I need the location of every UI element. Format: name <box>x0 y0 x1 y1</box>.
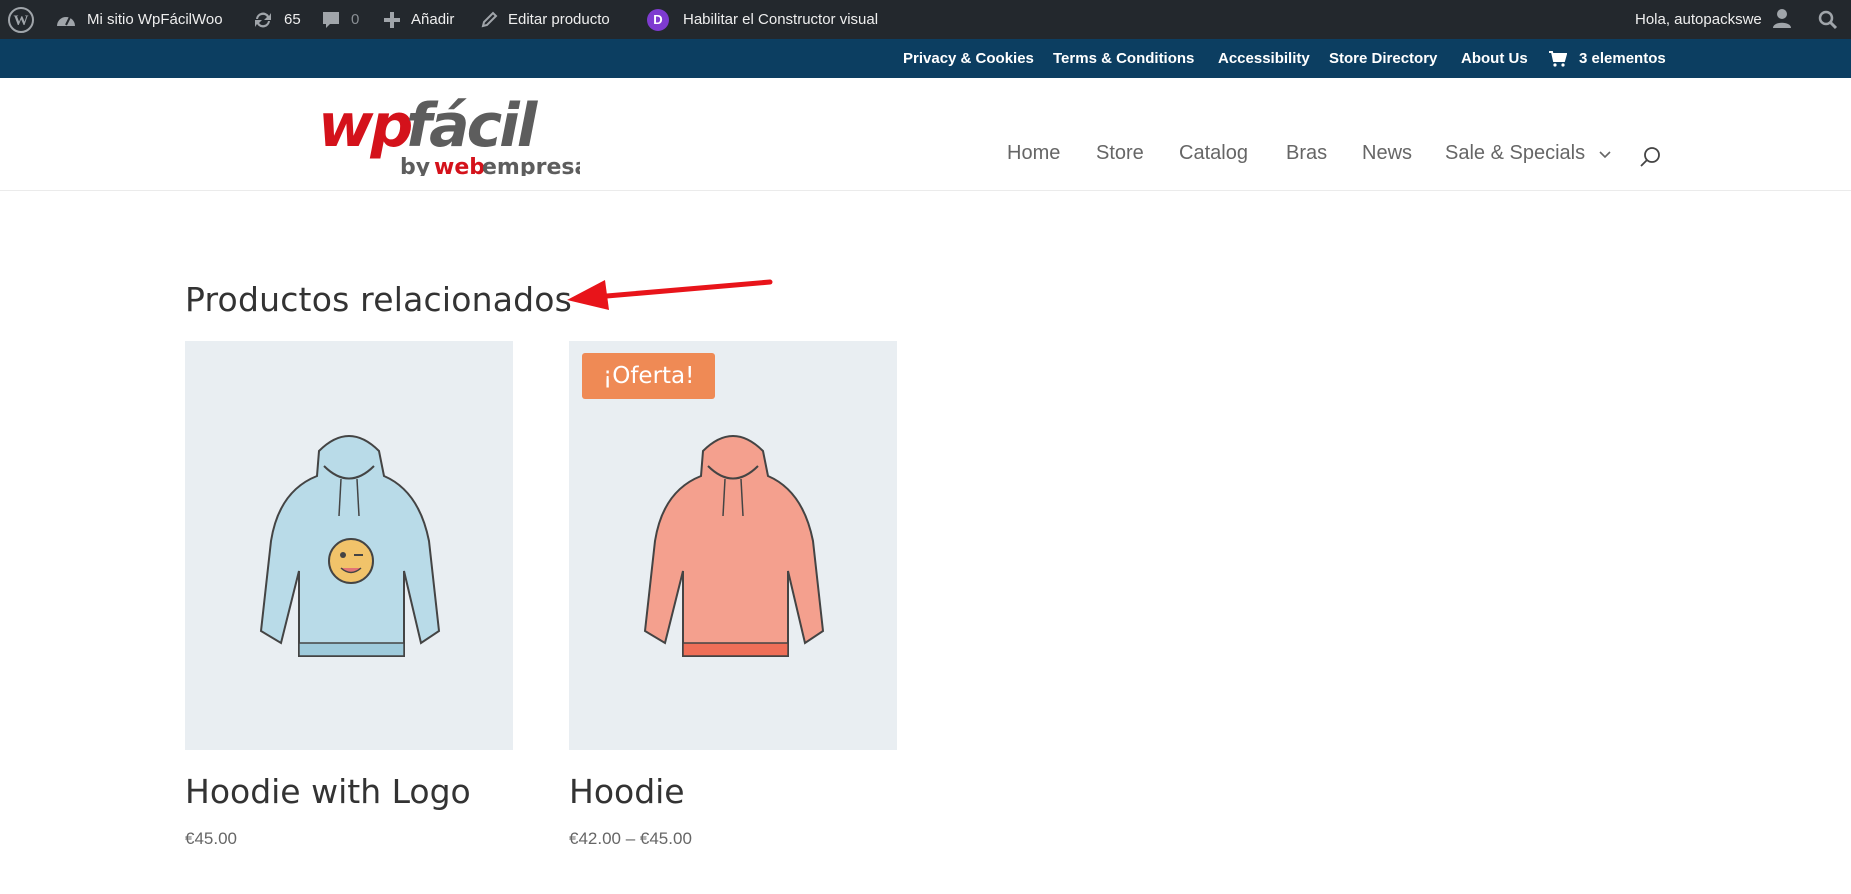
related-products-title: Productos relacionados <box>185 280 573 319</box>
updates-icon <box>252 10 274 30</box>
site-name-menu[interactable]: Mi sitio WpFácilWoo <box>55 0 223 39</box>
comments-menu[interactable]: 0 <box>321 0 359 39</box>
svg-text:fácil: fácil <box>406 94 539 161</box>
pencil-icon <box>480 11 498 29</box>
divi-icon: D <box>647 8 669 31</box>
link-accessibility[interactable]: Accessibility <box>1218 39 1310 78</box>
wordpress-logo-icon[interactable]: W <box>8 0 34 39</box>
link-about-us[interactable]: About Us <box>1461 39 1528 78</box>
product-name[interactable]: Hoodie with Logo <box>185 772 513 811</box>
hoodie-image <box>643 434 825 657</box>
nav-sale-specials-label: Sale & Specials <box>1445 142 1586 164</box>
visual-builder-link[interactable]: D Habilitar el Constructor visual <box>647 0 878 39</box>
link-terms[interactable]: Terms & Conditions <box>1053 39 1194 78</box>
nav-news[interactable]: News <box>1362 142 1412 165</box>
site-name: Mi sitio WpFácilWoo <box>87 11 223 28</box>
comments-count: 0 <box>351 11 360 28</box>
dashboard-icon <box>55 10 77 30</box>
sale-badge: ¡Oferta! <box>582 353 716 399</box>
user-avatar-icon <box>1772 7 1792 33</box>
my-account-menu[interactable]: Hola, autopackswe <box>1635 0 1792 39</box>
admin-bar: W Mi sitio WpFácilWoo 65 0 Añadir Editar… <box>0 0 1851 39</box>
product-image[interactable]: ¡Oferta! <box>569 341 897 750</box>
svg-text:by: by <box>400 155 430 176</box>
comment-icon <box>321 10 341 30</box>
svg-text:W: W <box>14 13 29 29</box>
admin-search-icon[interactable] <box>1818 0 1838 39</box>
cart-count-label: 3 elementos <box>1579 50 1666 67</box>
chevron-down-icon <box>1599 151 1611 159</box>
edit-product-link[interactable]: Editar producto <box>480 0 610 39</box>
product-name[interactable]: Hoodie <box>569 772 897 811</box>
link-privacy[interactable]: Privacy & Cookies <box>903 39 1034 78</box>
nav-sale-specials[interactable]: Sale & Specials <box>1445 142 1611 165</box>
product-card[interactable]: Hoodie with Logo €45.00 <box>185 341 513 849</box>
site-search-icon[interactable] <box>1639 146 1661 168</box>
secondary-nav: Privacy & Cookies Terms & Conditions Acc… <box>0 39 1851 78</box>
link-store-directory[interactable]: Store Directory <box>1329 39 1437 78</box>
nav-bras[interactable]: Bras <box>1286 142 1327 165</box>
visual-builder-label: Habilitar el Constructor visual <box>683 11 879 28</box>
wpfacil-logo[interactable]: wp fácil by web empresa <box>318 94 580 176</box>
product-price: €42.00 – €45.00 <box>569 829 692 848</box>
hoodie-with-logo-image <box>259 434 441 657</box>
add-new-label: Añadir <box>411 11 455 28</box>
plus-icon <box>383 11 401 29</box>
site-header: wp fácil by web empresa Home Store Catal… <box>0 78 1851 190</box>
updates-count: 65 <box>284 11 301 28</box>
product-card[interactable]: ¡Oferta! Hoodie €42.00 – €45.00 <box>569 341 897 849</box>
product-image[interactable] <box>185 341 513 750</box>
nav-home[interactable]: Home <box>1007 142 1060 165</box>
edit-product-label: Editar producto <box>508 11 610 28</box>
nav-catalog[interactable]: Catalog <box>1179 142 1248 165</box>
product-price: €45.00 <box>185 829 237 848</box>
add-new-menu[interactable]: Añadir <box>383 0 454 39</box>
red-arrow-annotation <box>567 279 773 310</box>
greeting: Hola, autopackswe <box>1635 11 1762 28</box>
svg-text:empresa: empresa <box>482 155 580 176</box>
nav-store[interactable]: Store <box>1096 142 1144 165</box>
svg-text:web: web <box>434 155 485 176</box>
cart-link[interactable]: 3 elementos <box>1549 39 1666 78</box>
svg-text:wp: wp <box>318 94 411 161</box>
cart-icon <box>1549 50 1567 67</box>
updates-menu[interactable]: 65 <box>252 0 301 39</box>
